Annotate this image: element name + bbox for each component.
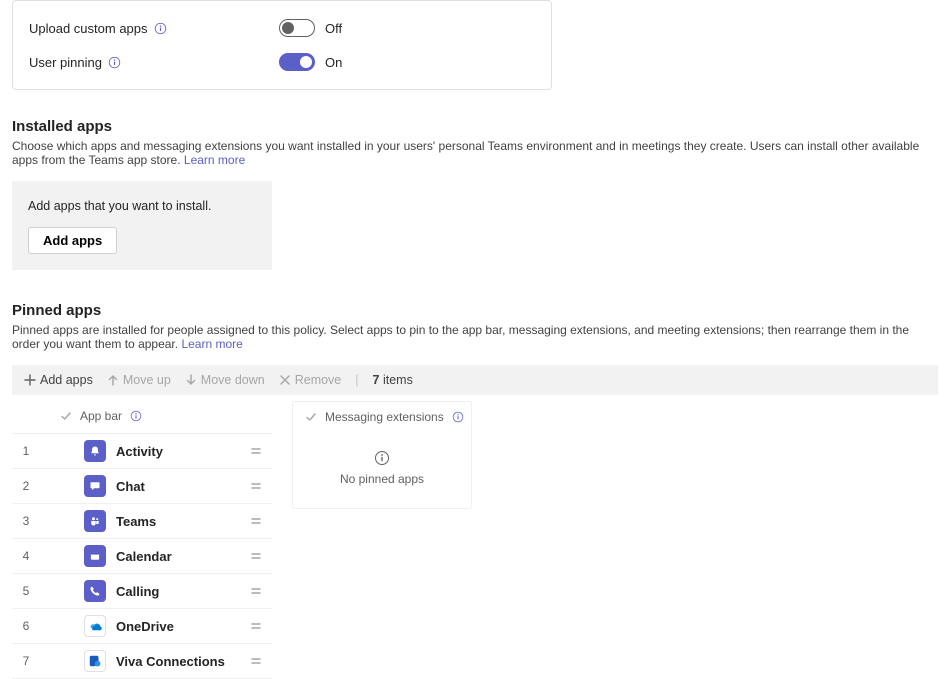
drag-handle-icon[interactable] <box>246 620 266 632</box>
install-apps-card: Add apps that you want to install. Add a… <box>12 181 272 270</box>
empty-state: No pinned apps <box>293 434 471 490</box>
app-name: Calendar <box>116 549 236 564</box>
pinned-apps-desc: Pinned apps are installed for people ass… <box>12 323 938 351</box>
check-icon <box>305 411 317 423</box>
empty-text: No pinned apps <box>293 472 471 486</box>
pinned-apps-title: Pinned apps <box>12 302 938 319</box>
toggle-wrap: On <box>279 53 342 71</box>
drag-handle-icon[interactable] <box>246 515 266 527</box>
app-name: Chat <box>116 479 236 494</box>
info-icon[interactable] <box>452 411 464 423</box>
app-row[interactable]: 7 Viva Connections <box>12 643 272 679</box>
viva-icon <box>84 650 106 672</box>
desc-text: Choose which apps and messaging extensio… <box>12 139 919 167</box>
info-icon[interactable] <box>130 410 142 422</box>
install-card-text: Add apps that you want to install. <box>28 199 256 213</box>
app-row[interactable]: 6 OneDrive <box>12 608 272 643</box>
drag-handle-icon[interactable] <box>246 550 266 562</box>
col-title: Messaging extensions <box>325 410 444 424</box>
label-text: User pinning <box>29 55 102 70</box>
toggle-state: On <box>325 55 342 70</box>
move-down-button[interactable]: Move down <box>185 373 265 387</box>
drag-handle-icon[interactable] <box>246 655 266 667</box>
col-title: App bar <box>80 409 122 423</box>
chat-icon <box>84 475 106 497</box>
row-index: 5 <box>18 584 34 598</box>
row-index: 3 <box>18 514 34 528</box>
setting-label: Upload custom apps <box>29 21 279 36</box>
desc-text: Pinned apps are installed for people ass… <box>12 323 909 351</box>
btn-label: Remove <box>295 373 342 387</box>
app-name: Teams <box>116 514 236 529</box>
pinned-toolbar: Add apps Move up Move down Remove | 7 it… <box>12 365 938 395</box>
installed-apps-title: Installed apps <box>12 118 938 135</box>
settings-card: Upload custom apps Off User pinning On <box>12 0 552 90</box>
count-label: items <box>383 373 413 387</box>
row-index: 4 <box>18 549 34 563</box>
app-name: Calling <box>116 584 236 599</box>
arrow-down-icon <box>185 374 197 386</box>
remove-button[interactable]: Remove <box>279 373 342 387</box>
drag-handle-icon[interactable] <box>246 445 266 457</box>
item-count: 7 items <box>373 373 413 387</box>
drag-handle-icon[interactable] <box>246 480 266 492</box>
label-text: Upload custom apps <box>29 21 148 36</box>
phone-icon <box>84 580 106 602</box>
setting-upload-custom-apps: Upload custom apps Off <box>29 11 535 45</box>
move-up-button[interactable]: Move up <box>107 373 171 387</box>
row-index: 6 <box>18 619 34 633</box>
arrow-up-icon <box>107 374 119 386</box>
check-icon <box>60 410 72 422</box>
drag-handle-icon[interactable] <box>246 585 266 597</box>
setting-label: User pinning <box>29 55 279 70</box>
learn-more-link[interactable]: Learn more <box>181 337 242 351</box>
setting-user-pinning: User pinning On <box>29 45 535 79</box>
count-number: 7 <box>373 373 380 387</box>
plus-icon <box>24 374 36 386</box>
learn-more-link[interactable]: Learn more <box>184 153 245 167</box>
info-icon[interactable] <box>154 22 167 35</box>
app-bar-column: App bar 1 Activity 2 Chat 3 Teams 4 Calendar 5 Ca… <box>12 401 272 679</box>
bell-icon <box>84 440 106 462</box>
pinned-columns: App bar 1 Activity 2 Chat 3 Teams 4 Calendar 5 Ca… <box>12 401 938 679</box>
separator: | <box>355 373 358 387</box>
row-index: 2 <box>18 479 34 493</box>
app-row[interactable]: 1 Activity <box>12 433 272 468</box>
add-apps-button[interactable]: Add apps <box>28 227 117 254</box>
app-row[interactable]: 4 Calendar <box>12 538 272 573</box>
btn-label: Move down <box>201 373 265 387</box>
app-bar-header: App bar <box>12 401 272 433</box>
app-name: Viva Connections <box>116 654 236 669</box>
info-icon[interactable] <box>108 56 121 69</box>
toggle-state: Off <box>325 21 342 36</box>
toggle-user-pinning[interactable] <box>279 53 315 71</box>
btn-label: Add apps <box>40 373 93 387</box>
btn-label: Move up <box>123 373 171 387</box>
x-icon <box>279 374 291 386</box>
row-index: 1 <box>18 444 34 458</box>
toggle-upload-custom-apps[interactable] <box>279 19 315 37</box>
app-row[interactable]: 5 Calling <box>12 573 272 608</box>
messaging-extensions-column: Messaging extensions No pinned apps <box>292 401 472 509</box>
installed-apps-desc: Choose which apps and messaging extensio… <box>12 139 938 167</box>
row-index: 7 <box>18 654 34 668</box>
onedrive-icon <box>84 615 106 637</box>
app-row[interactable]: 3 Teams <box>12 503 272 538</box>
calendar-icon <box>84 545 106 567</box>
toggle-wrap: Off <box>279 19 342 37</box>
add-apps-toolbar-button[interactable]: Add apps <box>24 373 93 387</box>
teams-icon <box>84 510 106 532</box>
msgext-header: Messaging extensions <box>293 402 471 434</box>
app-name: OneDrive <box>116 619 236 634</box>
info-icon <box>293 450 471 466</box>
app-row[interactable]: 2 Chat <box>12 468 272 503</box>
app-name: Activity <box>116 444 236 459</box>
